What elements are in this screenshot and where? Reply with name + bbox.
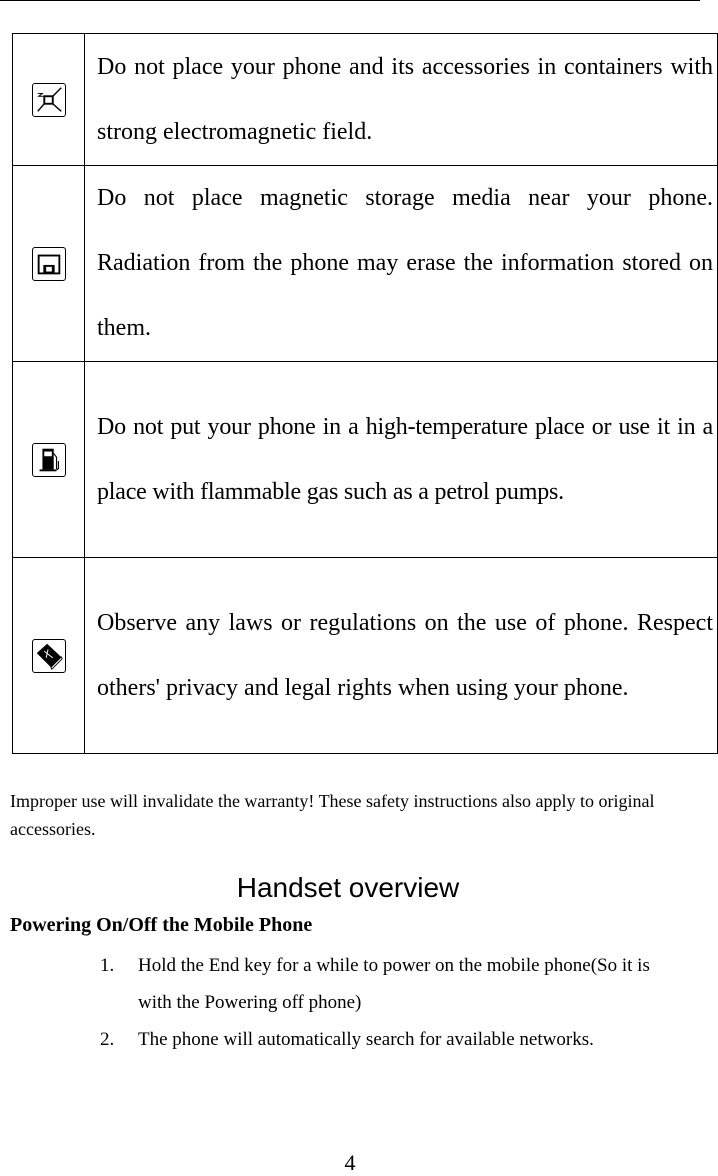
page-number: 4: [344, 1150, 356, 1175]
safety-text: Observe any laws or regulations on the u…: [84, 557, 718, 754]
steps-list: 1. Hold the End key for a while to power…: [100, 947, 680, 1058]
floppy-disk-icon: [31, 246, 66, 281]
safety-text: Do not put your phone in a high-temperat…: [84, 361, 718, 558]
table-row: Observe any laws or regulations on the u…: [12, 557, 718, 754]
safety-text: Do not place your phone and its accessor…: [84, 33, 718, 166]
law-book-icon: [31, 638, 66, 673]
table-row: Do not place your phone and its accessor…: [12, 33, 718, 166]
step-text: The phone will automatically search for …: [138, 1029, 594, 1050]
warranty-note: Improper use will invalidate the warrant…: [10, 791, 655, 839]
header-rule: [0, 0, 700, 1]
safety-table: Do not place your phone and its accessor…: [12, 33, 718, 754]
fuel-pump-icon: [31, 442, 66, 477]
list-item: 2. The phone will automatically search f…: [100, 1021, 680, 1058]
safety-text: Do not place magnetic storage media near…: [84, 165, 718, 362]
section-title: Handset overview: [236, 872, 460, 903]
electromagnetic-field-icon: [31, 82, 66, 117]
table-row: Do not put your phone in a high-temperat…: [12, 361, 718, 558]
step-number: 2.: [100, 1029, 115, 1050]
subsection-title: Powering On/Off the Mobile Phone: [10, 914, 313, 936]
step-number: 1.: [100, 955, 115, 976]
step-text: Hold the End key for a while to power on…: [138, 955, 650, 1013]
list-item: 1. Hold the End key for a while to power…: [100, 947, 680, 1021]
table-row: Do not place magnetic storage media near…: [12, 165, 718, 362]
